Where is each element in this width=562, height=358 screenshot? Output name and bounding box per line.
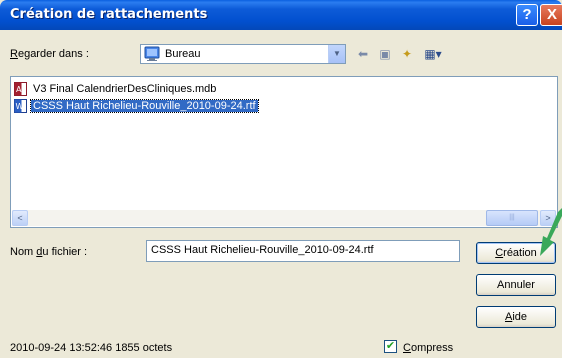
horizontal-scrollbar[interactable]: < ||| > — [12, 210, 556, 226]
word-file-icon: W — [14, 99, 27, 113]
new-folder-icon[interactable]: ✦ — [398, 46, 416, 62]
cancel-button[interactable]: Annuler — [476, 274, 556, 296]
list-item[interactable]: W CSSS Haut Richelieu-Rouville_2010-09-2… — [13, 98, 259, 114]
look-in-dropdown[interactable]: Bureau ▼ — [140, 44, 346, 64]
help-button[interactable]: ? — [516, 4, 538, 26]
svg-text:A: A — [16, 85, 22, 94]
list-item[interactable]: A V3 Final CalendrierDesCliniques.mdb — [13, 81, 218, 97]
look-in-label: Regarder dans : — [10, 48, 89, 60]
attachment-dialog: Création de rattachements ? X Regarder d… — [0, 0, 562, 358]
scroll-left-icon[interactable]: < — [12, 210, 28, 226]
view-menu-icon[interactable]: ▦▾ — [420, 46, 446, 62]
close-button[interactable]: X — [540, 4, 562, 26]
up-folder-icon[interactable]: ▣ — [376, 46, 394, 62]
file-list[interactable]: A V3 Final CalendrierDesCliniques.mdb W … — [10, 76, 558, 228]
scrollbar-thumb[interactable]: ||| — [486, 210, 538, 226]
compress-checkbox[interactable]: ✔ — [384, 340, 397, 353]
filename-input[interactable]: CSSS Haut Richelieu-Rouville_2010-09-24.… — [146, 240, 460, 262]
help-button-bottom[interactable]: Aide — [476, 306, 556, 328]
chevron-down-icon[interactable]: ▼ — [328, 45, 345, 63]
pointer-arrow-icon — [540, 208, 562, 256]
filename-label: Nom du fichier : — [10, 246, 88, 258]
file-status-text: 2010-09-24 13:52:46 1855 octets — [10, 342, 173, 354]
back-icon[interactable]: ⬅ — [354, 46, 372, 62]
access-file-icon: A — [14, 82, 27, 96]
window-title: Création de rattachements — [10, 7, 208, 22]
svg-text:W: W — [16, 102, 24, 111]
desktop-icon — [144, 46, 160, 62]
look-in-value: Bureau — [165, 48, 201, 60]
title-bar[interactable]: Création de rattachements ? X — [0, 0, 562, 30]
compress-label: Compress — [403, 342, 454, 354]
